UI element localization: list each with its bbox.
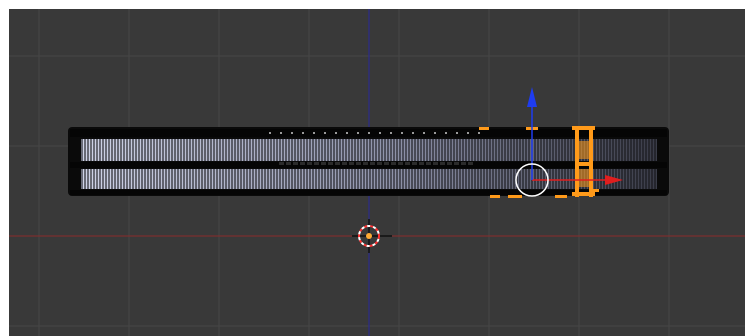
mesh-vertex xyxy=(328,162,333,165)
mesh-vertex xyxy=(335,162,340,165)
gizmo-z-arrow-head[interactable] xyxy=(527,87,537,107)
mesh-vertex xyxy=(363,162,368,165)
mesh-vertex xyxy=(445,132,447,134)
mesh-vertex xyxy=(401,132,403,134)
mesh-vertex xyxy=(461,162,466,165)
selected-vertex xyxy=(579,169,589,187)
mesh-vertex xyxy=(384,162,389,165)
mesh-vertex xyxy=(324,132,326,134)
mesh-vertex xyxy=(313,132,315,134)
mesh-vertex xyxy=(302,132,304,134)
mesh-vertex xyxy=(434,132,436,134)
selected-vertex xyxy=(508,195,522,198)
mesh-vertex xyxy=(346,132,348,134)
mesh-vertex xyxy=(478,132,480,134)
selected-mid-edge xyxy=(575,162,593,166)
3d-cursor-center xyxy=(366,233,372,239)
mesh-vertex xyxy=(349,162,354,165)
selected-vertex xyxy=(593,189,599,192)
mesh-vertex xyxy=(412,162,417,165)
selected-vertex xyxy=(479,127,489,130)
viewport-canvas[interactable] xyxy=(9,9,745,336)
mesh-vertex xyxy=(293,162,298,165)
mesh-vertex xyxy=(419,162,424,165)
mesh-vertex xyxy=(467,132,469,134)
3d-viewport[interactable] xyxy=(9,9,745,336)
selected-vertex xyxy=(555,195,567,198)
mesh-vertex xyxy=(433,162,438,165)
mesh-vertex xyxy=(405,162,410,165)
mesh-vertex xyxy=(456,132,458,134)
mesh-vertex xyxy=(335,132,337,134)
gear-ring-mesh[interactable] xyxy=(68,126,669,198)
mesh-vertex xyxy=(423,132,425,134)
mesh-vertex xyxy=(379,132,381,134)
mesh-vertex xyxy=(314,162,319,165)
mesh-vertex xyxy=(398,162,403,165)
selected-vertex xyxy=(490,195,500,198)
3d-cursor[interactable] xyxy=(352,219,392,253)
selected-top-edge xyxy=(572,126,595,130)
mesh-vertex xyxy=(377,162,382,165)
mesh-vertex xyxy=(390,132,392,134)
mesh-vertex xyxy=(368,132,370,134)
mesh-vertex xyxy=(291,132,293,134)
mesh-vertex xyxy=(286,162,291,165)
mesh-vertex xyxy=(356,162,361,165)
mesh-vertex xyxy=(357,132,359,134)
mesh-vertex xyxy=(440,162,445,165)
mesh-vertex xyxy=(280,132,282,134)
mesh-vertex xyxy=(426,162,431,165)
mesh-teeth-lower-band xyxy=(81,169,657,189)
mesh-vertex xyxy=(321,162,326,165)
selected-vertex xyxy=(579,141,589,159)
mesh-vertex xyxy=(412,132,414,134)
mesh-vertex xyxy=(454,162,459,165)
mesh-vertex xyxy=(370,162,375,165)
mesh-vertex xyxy=(468,162,473,165)
mesh-vertex xyxy=(342,162,347,165)
mesh-vertex xyxy=(279,162,284,165)
selected-bottom-edge xyxy=(572,192,595,196)
mesh-vertex xyxy=(391,162,396,165)
mesh-teeth-upper-band xyxy=(81,139,657,161)
mesh-vertex xyxy=(269,132,271,134)
mesh-vertex xyxy=(447,162,452,165)
mesh-vertex xyxy=(300,162,305,165)
mesh-vertex xyxy=(307,162,312,165)
